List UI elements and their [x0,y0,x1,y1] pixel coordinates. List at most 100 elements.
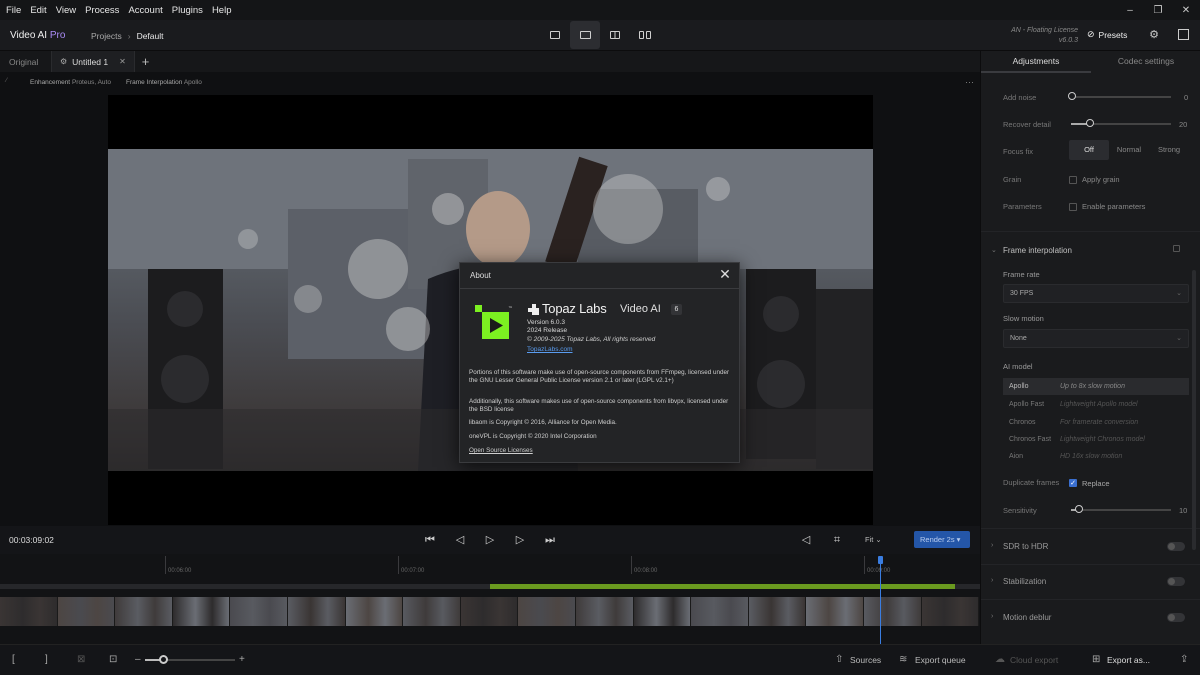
app-name: Video AI [10,30,50,41]
breadcrumb-projects[interactable]: Projects [91,31,122,41]
apply-grain-label[interactable]: Apply grain [1082,175,1120,184]
frame-rate-select[interactable]: 30 FPS ⌄ [1003,284,1189,303]
zoom-slider-handle[interactable] [159,655,168,664]
zoom-in-icon[interactable]: + [239,654,245,665]
close-window-button[interactable]: ✕ [1172,0,1200,20]
chevron-down-icon[interactable]: ⌄ [991,246,997,254]
tab-close-icon[interactable]: ✕ [119,57,126,66]
add-tab-button[interactable]: + [142,54,150,69]
zoom-fit-select[interactable]: Fit ⌄ [865,535,882,544]
selected-range[interactable] [490,584,955,589]
menu-help[interactable]: Help [212,5,232,16]
view-single-button[interactable] [570,21,600,49]
menu-process[interactable]: Process [85,5,119,16]
model-option-apollo[interactable]: Apollo Up to 8x slow motion [1003,378,1189,395]
cloud-export-button[interactable]: Cloud export [1010,655,1058,665]
chevron-right-icon[interactable]: › [991,542,993,549]
tab-original[interactable]: Original [9,57,49,67]
maximize-button[interactable]: ❐ [1144,0,1172,20]
ruler-label: 00:09:00 [867,568,891,574]
motion-deblur-toggle[interactable] [1167,613,1185,622]
sensitivity-handle[interactable] [1075,505,1083,513]
skip-to-start-icon[interactable]: ⏮ [422,532,438,548]
stabilization-toggle[interactable] [1167,577,1185,586]
breadcrumb-default[interactable]: Default [137,31,164,41]
model-option-apollo-fast[interactable]: Apollo Fast Lightweight Apollo model [1003,396,1189,413]
step-forward-icon[interactable]: ▷ [512,532,528,548]
menu-account[interactable]: Account [128,5,162,16]
focus-strong-option[interactable]: Strong [1149,140,1189,160]
minimize-button[interactable]: – [1116,0,1144,20]
sensitivity-slider[interactable] [1071,509,1171,511]
step-back-icon[interactable]: ◁ [452,532,468,548]
version-text: Version 6.0.3 [527,319,565,326]
timeline-thumbnail [0,597,58,626]
app-tier: Pro [49,30,66,41]
timeline-thumbnail [230,597,288,626]
zoom-out-icon[interactable]: – [135,654,141,665]
timeline[interactable]: 00:06:00 00:07:00 00:08:00 00:09:00 [0,554,980,644]
render-button[interactable]: Render 2s ▾ [914,531,970,548]
replace-checkbox[interactable]: ✓ [1069,479,1077,487]
lock-icon[interactable] [1173,245,1180,252]
mark-out-icon[interactable]: ] [45,654,48,665]
menu-bar: File Edit View Process Account Plugins H… [0,0,1200,20]
menu-file[interactable]: File [6,5,21,16]
skip-to-end-icon[interactable]: ⏭ [542,532,558,548]
apply-grain-checkbox[interactable] [1069,176,1077,184]
focus-normal-option[interactable]: Normal [1109,140,1149,160]
model-name: Apollo Fast [1009,401,1045,408]
export-queue-button[interactable]: Export queue [915,655,966,665]
recover-detail-handle[interactable] [1086,119,1094,127]
enhancement-value: Proteus, Auto [71,79,111,86]
enable-parameters-checkbox[interactable] [1069,203,1077,211]
app-title: Video AI Pro [10,30,65,41]
open-source-licenses-link[interactable]: Open Source Licenses [469,447,533,455]
panel-scrollbar[interactable] [1192,270,1196,550]
focus-off-option[interactable]: Off [1069,140,1109,160]
close-icon[interactable]: ✕ [718,267,732,281]
volume-icon[interactable]: ◁ [798,532,814,548]
tab-codec-settings[interactable]: Codec settings [1091,51,1200,73]
sdr-to-hdr-toggle[interactable] [1167,542,1185,551]
model-option-aion[interactable]: Aion HD 16x slow motion [1003,448,1189,465]
menu-edit[interactable]: Edit [30,5,46,16]
sdr-to-hdr-heading[interactable]: SDR to HDR [1003,542,1048,551]
add-noise-slider[interactable] [1071,96,1171,98]
menu-plugins[interactable]: Plugins [172,5,203,16]
stabilization-heading[interactable]: Stabilization [1003,577,1046,586]
view-split-button[interactable] [600,21,630,49]
clear-range-icon[interactable]: ⊠ [77,654,85,665]
enable-parameters-label[interactable]: Enable parameters [1082,202,1145,211]
view-side-by-side-button[interactable] [630,21,660,49]
settings-gear-icon[interactable]: ⚙ [1148,29,1160,41]
sources-button[interactable]: Sources [850,655,881,665]
playhead[interactable] [880,556,881,644]
share-icon[interactable]: ⇪ [1180,654,1188,665]
presets-button[interactable]: ⊘ Presets [1087,29,1127,40]
menu-view[interactable]: View [56,5,76,16]
replace-label[interactable]: Replace [1082,479,1110,488]
chevron-right-icon[interactable]: › [991,613,993,620]
mark-in-icon[interactable]: [ [12,654,15,665]
website-link[interactable]: TopazLabs.com [527,346,573,353]
dialog-divider [460,288,739,289]
slow-motion-select[interactable]: None ⌄ [1003,329,1189,348]
export-as-button[interactable]: Export as... [1107,655,1150,665]
view-single-original-button[interactable] [540,21,570,49]
tab-untitled-1[interactable]: ⚙ Untitled 1 ✕ [51,51,135,72]
crop-icon[interactable]: ⌗ [829,532,845,548]
chevron-right-icon[interactable]: › [991,577,993,584]
more-options-icon[interactable]: ··· [965,77,974,87]
play-icon[interactable]: ▷ [482,532,498,548]
model-description: For framerate conversion [1060,419,1139,426]
panel-toggle-icon[interactable] [1178,29,1189,40]
motion-deblur-heading[interactable]: Motion deblur [1003,613,1051,622]
add-noise-handle[interactable] [1068,92,1076,100]
frame-interp-heading[interactable]: Frame interpolation [1003,246,1072,255]
playhead-handle[interactable] [878,556,883,564]
model-option-chronos[interactable]: Chronos For framerate conversion [1003,414,1189,431]
range-select-icon[interactable]: ⊡ [109,654,117,665]
tab-adjustments[interactable]: Adjustments [981,51,1091,73]
model-option-chronos-fast[interactable]: Chronos Fast Lightweight Chronos model [1003,431,1189,448]
